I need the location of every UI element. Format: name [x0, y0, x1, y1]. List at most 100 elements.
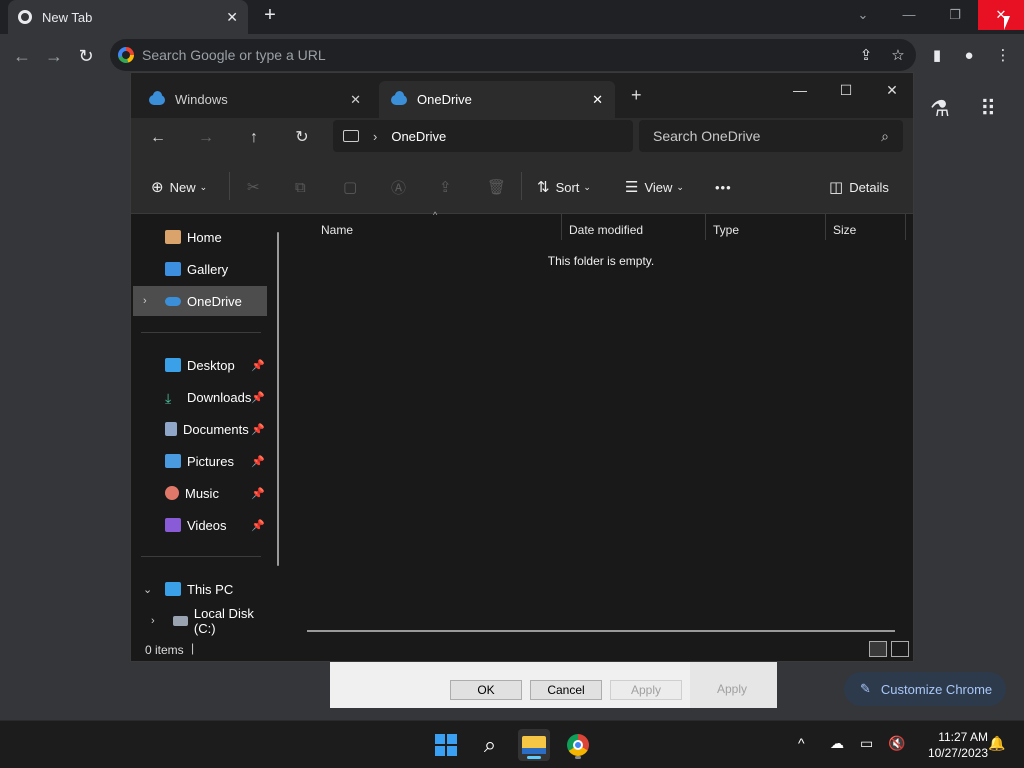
- column-divider[interactable]: [705, 214, 706, 240]
- forward-arrow-icon[interactable]: →: [193, 126, 219, 150]
- bookmark-star-icon[interactable]: ☆: [887, 45, 909, 67]
- horizontal-scrollbar[interactable]: [307, 630, 895, 632]
- chevron-right-icon[interactable]: ›: [373, 129, 377, 144]
- cut-icon[interactable]: ✂: [247, 176, 260, 198]
- new-tab-button[interactable]: +: [258, 4, 282, 30]
- sort-button[interactable]: ⇅ Sort ⌄: [537, 176, 591, 198]
- chrome-taskbar-button[interactable]: [562, 729, 594, 761]
- column-divider[interactable]: [825, 214, 826, 240]
- sidebar-item-pictures[interactable]: Pictures 📌: [133, 446, 267, 476]
- tab-label: OneDrive: [417, 92, 472, 107]
- divider: [141, 556, 261, 557]
- forward-arrow-icon[interactable]: →: [42, 44, 66, 68]
- clock[interactable]: 11:27 AM 10/27/2023: [912, 729, 988, 761]
- chrome-tab-new-tab[interactable]: New Tab ✕: [8, 0, 248, 34]
- sidebar-item-local-disk[interactable]: › Local Disk (C:): [133, 606, 273, 636]
- refresh-icon[interactable]: ↻: [289, 126, 315, 150]
- chevron-up-icon[interactable]: ^: [798, 735, 805, 751]
- column-divider[interactable]: [561, 214, 562, 240]
- copy-icon[interactable]: ⧉: [295, 176, 306, 198]
- pin-icon[interactable]: 📌: [251, 519, 265, 532]
- ok-button[interactable]: OK: [450, 680, 522, 700]
- new-label: New: [169, 179, 196, 195]
- minimize-button[interactable]: —: [886, 0, 932, 30]
- details-view-icon[interactable]: [869, 641, 887, 657]
- apply-button-secondary[interactable]: Apply: [696, 680, 768, 700]
- pin-icon[interactable]: 📌: [251, 391, 265, 404]
- explorer-maximize-button[interactable]: ☐: [823, 77, 869, 103]
- new-button[interactable]: ⊕ New ⌄: [151, 176, 207, 198]
- taskbar: ⌕ ^ ☁ ▭ 🔇 11:27 AM 10/27/2023 🔔: [0, 720, 1024, 768]
- column-header-size[interactable]: Size: [833, 220, 856, 240]
- share-icon[interactable]: ⇪: [855, 45, 877, 67]
- sidebar-item-downloads[interactable]: ⤓ Downloads 📌: [133, 382, 267, 412]
- tab-search-icon[interactable]: ⌄: [840, 0, 886, 30]
- start-button[interactable]: [430, 729, 462, 761]
- search-input[interactable]: Search OneDrive ⌕: [639, 120, 903, 152]
- column-header-name[interactable]: Name: [321, 220, 353, 240]
- address-input[interactable]: › OneDrive: [333, 120, 633, 152]
- labs-flask-icon[interactable]: ⚗: [930, 96, 950, 122]
- network-icon[interactable]: ▭: [860, 735, 873, 752]
- cancel-button[interactable]: Cancel: [530, 680, 602, 700]
- close-window-button[interactable]: ✕: [978, 0, 1024, 30]
- pin-icon[interactable]: 📌: [251, 487, 265, 500]
- explorer-close-button[interactable]: ✕: [869, 77, 915, 103]
- sidebar-item-this-pc[interactable]: ⌄ This PC: [133, 574, 267, 604]
- omnibox[interactable]: Search Google or type a URL: [110, 39, 916, 71]
- close-icon[interactable]: ✕: [592, 92, 603, 108]
- close-icon[interactable]: ✕: [226, 9, 238, 26]
- chevron-down-icon[interactable]: ⌄: [143, 583, 152, 596]
- explorer-new-tab-button[interactable]: +: [631, 85, 642, 106]
- see-more-button[interactable]: •••: [715, 176, 732, 198]
- apply-button[interactable]: Apply: [610, 680, 682, 700]
- sidebar-item-desktop[interactable]: Desktop 📌: [133, 350, 267, 380]
- large-icons-view-icon[interactable]: [891, 641, 909, 657]
- notification-bell-icon[interactable]: 🔔: [988, 735, 1005, 752]
- share-icon[interactable]: ⇪: [439, 176, 452, 198]
- search-icon[interactable]: ⌕: [474, 729, 506, 761]
- sidebar-label: Pictures: [187, 453, 234, 469]
- column-header-date-modified[interactable]: Date modified: [569, 220, 643, 240]
- details-button[interactable]: ◫ Details: [829, 176, 889, 198]
- sidebar-item-documents[interactable]: Documents 📌: [133, 414, 267, 444]
- sidebar-item-videos[interactable]: Videos 📌: [133, 510, 267, 540]
- pin-icon[interactable]: 📌: [251, 423, 265, 436]
- reload-icon[interactable]: ↻: [74, 44, 98, 68]
- delete-icon[interactable]: 🗑: [487, 176, 506, 198]
- chevron-right-icon[interactable]: ›: [151, 615, 155, 627]
- sidebar-item-music[interactable]: Music 📌: [133, 478, 267, 508]
- pin-icon[interactable]: 📌: [251, 359, 265, 372]
- plus-circle-icon: ⊕: [151, 179, 164, 196]
- sidebar-item-onedrive[interactable]: › OneDrive: [133, 286, 267, 316]
- divider: [141, 332, 261, 333]
- empty-folder-message: This folder is empty.: [547, 254, 655, 268]
- paste-icon[interactable]: ▢: [343, 176, 357, 198]
- onedrive-tray-icon[interactable]: ☁: [830, 735, 844, 752]
- explorer-minimize-button[interactable]: —: [777, 77, 823, 103]
- sidebar-item-gallery[interactable]: Gallery: [133, 254, 267, 284]
- customize-chrome-button[interactable]: ✎ Customize Chrome: [844, 672, 1006, 706]
- side-panel-icon[interactable]: ▮: [926, 45, 948, 67]
- explorer-tab-onedrive[interactable]: OneDrive ✕: [379, 81, 615, 118]
- back-arrow-icon[interactable]: ←: [145, 126, 171, 150]
- chevron-right-icon[interactable]: ›: [143, 295, 147, 307]
- profile-icon[interactable]: ●: [958, 45, 980, 67]
- sidebar-item-home[interactable]: Home: [133, 222, 267, 252]
- apps-grid-icon[interactable]: ⠿: [980, 96, 996, 122]
- sort-ascending-icon: ^: [433, 210, 438, 220]
- sidebar-scrollbar[interactable]: [277, 232, 279, 566]
- volume-muted-icon[interactable]: 🔇: [888, 735, 905, 752]
- explorer-tab-windows[interactable]: Windows ✕: [137, 81, 373, 118]
- back-arrow-icon[interactable]: ←: [10, 44, 34, 68]
- rename-icon[interactable]: Ⓐ: [391, 176, 406, 198]
- restore-button[interactable]: ❐: [932, 0, 978, 30]
- column-divider[interactable]: [905, 214, 906, 240]
- pin-icon[interactable]: 📌: [251, 455, 265, 468]
- close-icon[interactable]: ✕: [350, 92, 361, 108]
- view-button[interactable]: ☰ View ⌄: [625, 176, 684, 198]
- file-explorer-taskbar-button[interactable]: [518, 729, 550, 761]
- column-header-type[interactable]: Type: [713, 220, 739, 240]
- up-arrow-icon[interactable]: ↑: [241, 126, 267, 150]
- menu-kebab-icon[interactable]: ⋮: [992, 45, 1014, 67]
